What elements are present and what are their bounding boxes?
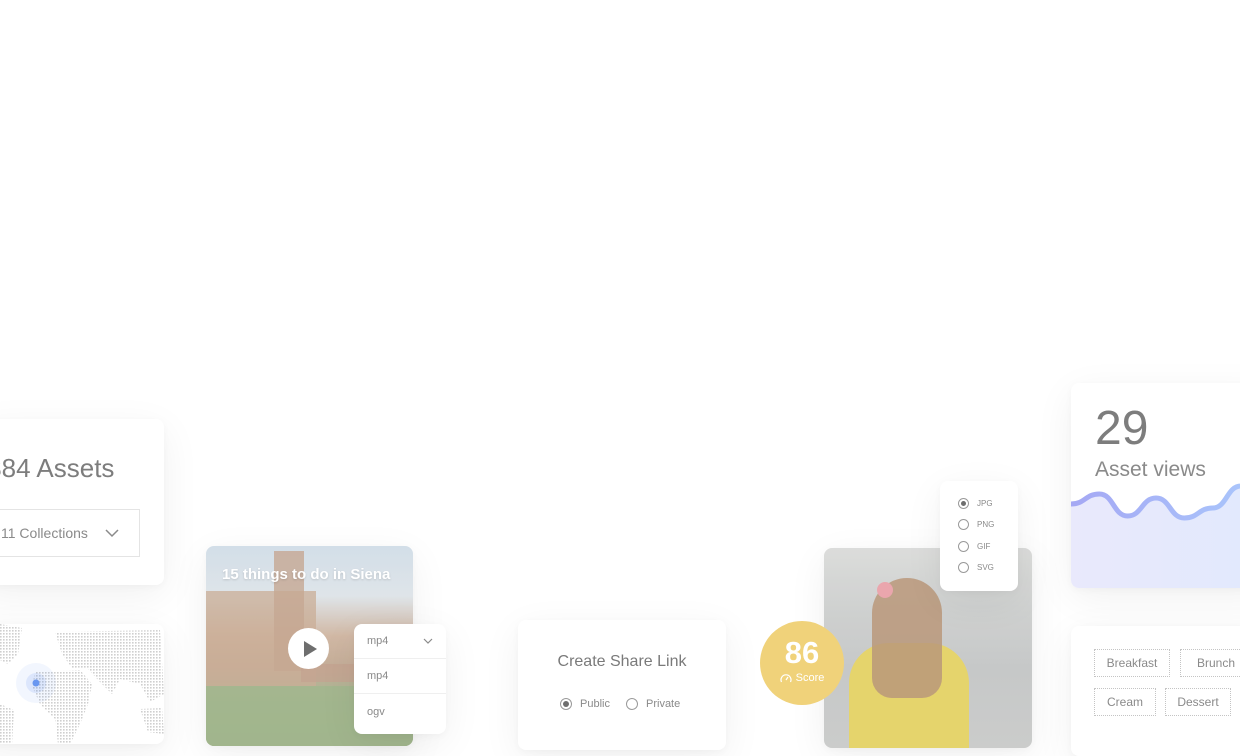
tag-chip[interactable]: Dessert: [1165, 688, 1231, 716]
collections-select[interactable]: 11 Collections: [0, 509, 140, 557]
export-format-card: JPG PNG GIF SVG: [940, 481, 1018, 591]
play-button[interactable]: [288, 628, 329, 669]
export-gif-radio[interactable]: GIF: [958, 541, 990, 552]
views-count: 29: [1095, 402, 1149, 455]
assets-count: ,384 Assets: [0, 453, 115, 483]
radio-checked-icon: [958, 498, 969, 509]
collections-select-label: 11 Collections: [1, 525, 88, 541]
map-marker: [32, 679, 40, 687]
chevron-down-icon: [423, 638, 433, 644]
share-link-title: Create Share Link: [557, 653, 687, 670]
radio-unchecked-icon: [958, 541, 969, 552]
format-dropdown-selected[interactable]: mp4: [354, 624, 446, 659]
score-badge: 86 Score: [760, 621, 844, 705]
play-icon: [304, 640, 317, 657]
tag-chip[interactable]: Cream: [1094, 688, 1156, 716]
video-title: 15 things to do in Siena: [222, 566, 391, 583]
format-option[interactable]: ogv: [354, 694, 446, 729]
video-format-dropdown[interactable]: mp4 mp4 ogv: [354, 624, 446, 734]
radio-unchecked-icon: [958, 519, 969, 530]
tags-card: Breakfast Brunch Cream Dessert: [1071, 626, 1240, 756]
gauge-icon: [780, 674, 792, 683]
radio-checked-icon: [560, 698, 572, 710]
assets-card: ,384 Assets 11 Collections: [0, 419, 164, 585]
share-private-radio[interactable]: Private: [626, 698, 680, 710]
world-map: [0, 624, 164, 744]
tag-chip[interactable]: Breakfast: [1094, 649, 1170, 677]
tag-chip[interactable]: Brunch: [1180, 649, 1240, 677]
map-landmass-oceania: [140, 708, 164, 734]
export-jpg-radio[interactable]: JPG: [958, 498, 993, 509]
asset-views-card: 29 Asset views: [1071, 383, 1240, 588]
export-svg-radio[interactable]: SVG: [958, 562, 994, 573]
radio-unchecked-icon: [958, 562, 969, 573]
views-sparkline: [1071, 483, 1240, 588]
world-map-card: [0, 624, 164, 744]
share-link-card: Create Share Link Public Private: [518, 620, 726, 750]
radio-unchecked-icon: [626, 698, 638, 710]
score-value: 86: [784, 635, 820, 670]
share-public-radio[interactable]: Public: [560, 698, 610, 710]
export-png-radio[interactable]: PNG: [958, 519, 994, 530]
chevron-down-icon: [105, 529, 119, 538]
format-option[interactable]: mp4: [354, 659, 446, 694]
score-label: Score: [795, 672, 825, 684]
sparkline-area: [1071, 486, 1240, 588]
